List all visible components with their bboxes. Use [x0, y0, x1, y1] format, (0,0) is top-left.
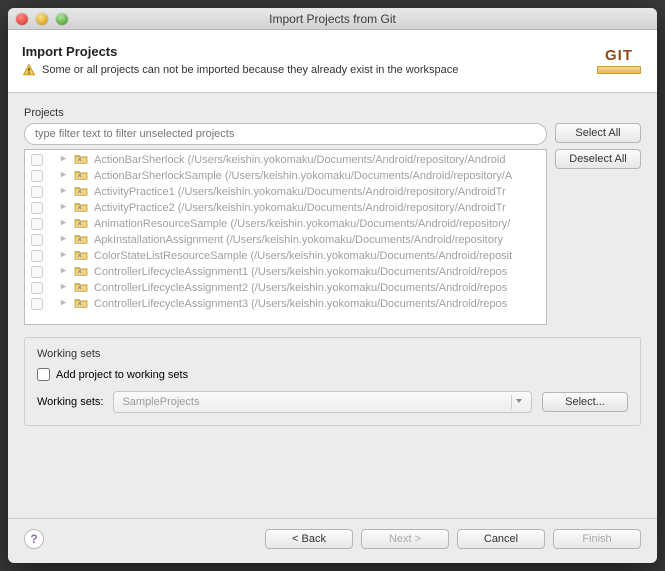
working-sets-title: Working sets: [37, 348, 628, 360]
list-item[interactable]: ColorStateListResourceSample (/Users/kei…: [25, 248, 546, 264]
folder-icon: [74, 233, 88, 248]
header-message: Some or all projects can not be imported…: [42, 64, 458, 76]
project-checkbox[interactable]: [31, 234, 43, 246]
folder-icon: [74, 201, 88, 216]
tree-twisty-icon: [59, 250, 68, 262]
finish-button: Finish: [553, 529, 641, 549]
project-label: ActivityPractice1 (/Users/keishin.yokoma…: [94, 186, 506, 198]
tree-twisty-icon: [59, 234, 68, 246]
working-sets-select-button[interactable]: Select...: [542, 392, 628, 412]
folder-icon: [74, 265, 88, 280]
project-label: ActivityPractice2 (/Users/keishin.yokoma…: [94, 202, 506, 214]
project-label: AnimationResourceSample (/Users/keishin.…: [94, 218, 510, 230]
project-checkbox[interactable]: [31, 154, 43, 166]
working-sets-label: Working sets:: [37, 396, 103, 408]
list-item[interactable]: ActionBarSherlockSample (/Users/keishin.…: [25, 168, 546, 184]
project-label: ControllerLifecycleAssignment2 (/Users/k…: [94, 282, 507, 294]
filter-input[interactable]: [24, 123, 547, 145]
list-item[interactable]: ApkInstallationAssignment (/Users/keishi…: [25, 232, 546, 248]
tree-twisty-icon: [59, 186, 68, 198]
projects-label: Projects: [24, 107, 641, 119]
project-label: ColorStateListResourceSample (/Users/kei…: [94, 250, 512, 262]
project-checkbox[interactable]: [31, 266, 43, 278]
tree-twisty-icon: [59, 170, 68, 182]
dialog-window: Import Projects from Git Import Projects…: [8, 8, 657, 563]
folder-icon: [74, 153, 88, 168]
working-sets-group: Working sets Add project to working sets…: [24, 337, 641, 426]
project-checkbox[interactable]: [31, 282, 43, 294]
project-label: ControllerLifecycleAssignment1 (/Users/k…: [94, 266, 507, 278]
folder-icon: [74, 217, 88, 232]
tree-twisty-icon: [59, 202, 68, 214]
wizard-footer: ? < Back Next > Cancel Finish: [8, 518, 657, 563]
folder-icon: [74, 297, 88, 312]
titlebar: Import Projects from Git: [8, 8, 657, 30]
working-sets-combo[interactable]: SampleProjects: [113, 391, 532, 413]
list-item[interactable]: ControllerLifecycleAssignment3 (/Users/k…: [25, 296, 546, 312]
project-label: ControllerLifecycleAssignment3 (/Users/k…: [94, 298, 507, 310]
project-checkbox[interactable]: [31, 186, 43, 198]
tree-twisty-icon: [59, 266, 68, 278]
list-item[interactable]: ActivityPractice1 (/Users/keishin.yokoma…: [25, 184, 546, 200]
wizard-body: Projects ActionBarSherlock (/Users/keish…: [8, 93, 657, 518]
help-icon[interactable]: ?: [24, 529, 44, 549]
list-item[interactable]: ActionBarSherlock (/Users/keishin.yokoma…: [25, 152, 546, 168]
list-item[interactable]: AnimationResourceSample (/Users/keishin.…: [25, 216, 546, 232]
project-label: ApkInstallationAssignment (/Users/keishi…: [94, 234, 503, 246]
project-checkbox[interactable]: [31, 298, 43, 310]
project-checkbox[interactable]: [31, 170, 43, 182]
tree-twisty-icon: [59, 282, 68, 294]
warning-icon: [22, 63, 36, 77]
wizard-header: Import Projects Some or all projects can…: [8, 30, 657, 93]
folder-icon: [74, 169, 88, 184]
working-sets-combo-value: SampleProjects: [122, 396, 199, 408]
project-label: ActionBarSherlock (/Users/keishin.yokoma…: [94, 154, 505, 166]
page-title: Import Projects: [22, 44, 585, 59]
tree-twisty-icon: [59, 298, 68, 310]
cancel-button[interactable]: Cancel: [457, 529, 545, 549]
add-to-working-sets-label: Add project to working sets: [56, 369, 188, 381]
next-button: Next >: [361, 529, 449, 549]
project-label: ActionBarSherlockSample (/Users/keishin.…: [94, 170, 512, 182]
select-all-button[interactable]: Select All: [555, 123, 641, 143]
folder-icon: [74, 281, 88, 296]
folder-icon: [74, 185, 88, 200]
back-button[interactable]: < Back: [265, 529, 353, 549]
git-logo-icon: GIT: [595, 40, 643, 80]
project-checkbox[interactable]: [31, 218, 43, 230]
project-checkbox[interactable]: [31, 250, 43, 262]
list-item[interactable]: ActivityPractice2 (/Users/keishin.yokoma…: [25, 200, 546, 216]
deselect-all-button[interactable]: Deselect All: [555, 149, 641, 169]
add-to-working-sets-checkbox[interactable]: [37, 368, 50, 381]
folder-icon: [74, 249, 88, 264]
list-item[interactable]: ControllerLifecycleAssignment1 (/Users/k…: [25, 264, 546, 280]
tree-twisty-icon: [59, 218, 68, 230]
window-title: Import Projects from Git: [8, 12, 657, 26]
list-item[interactable]: ControllerLifecycleAssignment2 (/Users/k…: [25, 280, 546, 296]
chevron-down-icon: [511, 395, 525, 409]
tree-twisty-icon: [59, 154, 68, 166]
project-checkbox[interactable]: [31, 202, 43, 214]
projects-list[interactable]: ActionBarSherlock (/Users/keishin.yokoma…: [24, 149, 547, 325]
